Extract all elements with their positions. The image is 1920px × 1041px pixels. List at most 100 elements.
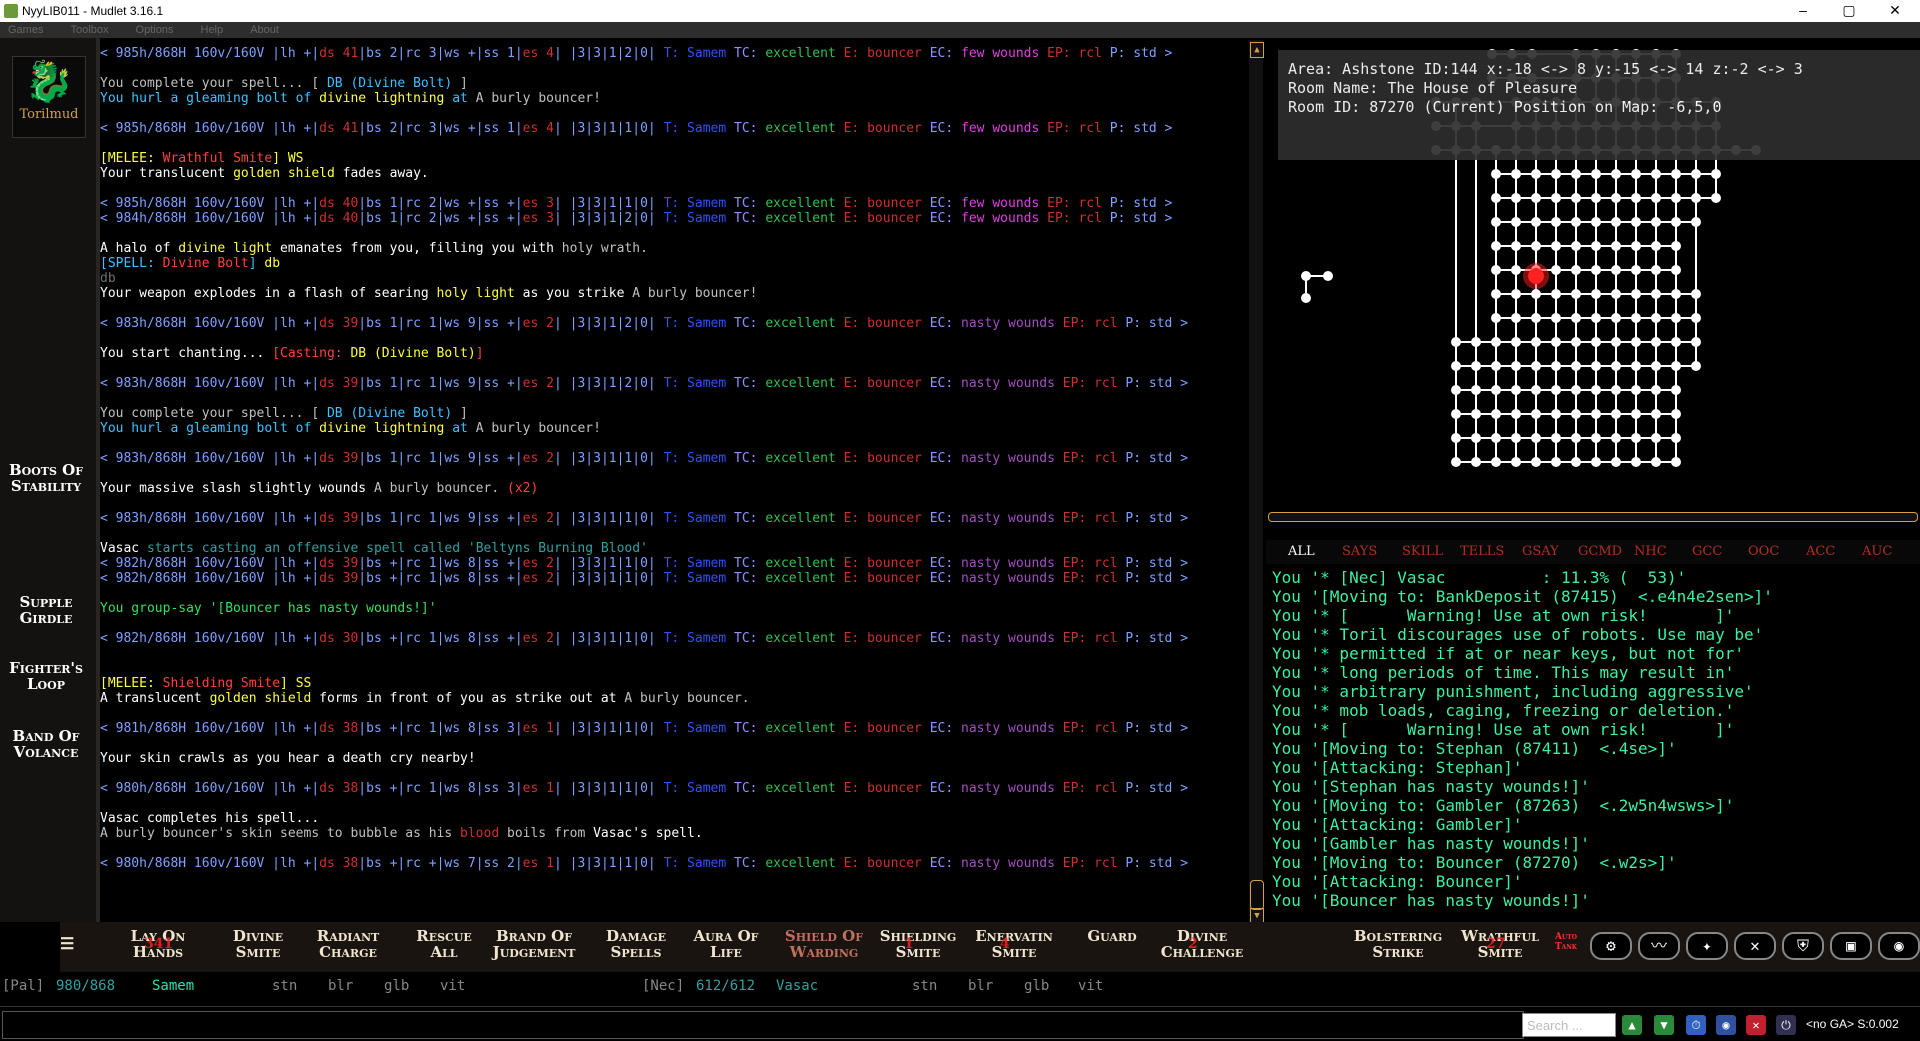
skill-button-brand-of-judgement[interactable]: Brand Of Judgement [486,928,582,960]
map-room[interactable] [1491,265,1501,275]
map-room[interactable] [1631,313,1641,323]
map-room[interactable] [1591,241,1601,251]
timestamp-icon[interactable]: ⏱ [1686,1015,1706,1035]
menu-toolbox[interactable]: Toolbox [71,22,109,38]
equipment-fighters-loop[interactable]: Fighter's Loop [0,660,92,692]
skill-button-damage-spells[interactable]: Damage Spells [588,928,684,960]
map-room[interactable] [1671,385,1681,395]
tab-all[interactable]: ALL [1288,544,1315,559]
auto-tank-toggle[interactable]: Auto Tank [1546,932,1586,952]
map-room[interactable] [1571,433,1581,443]
map-room[interactable] [1511,289,1521,299]
map-room[interactable] [1571,289,1581,299]
map-room[interactable] [1511,217,1521,227]
map-room[interactable] [1571,265,1581,275]
tab-says[interactable]: SAYS [1342,544,1377,559]
map-room[interactable] [1571,457,1581,467]
map-room[interactable] [1551,217,1561,227]
skill-button-enervatin-smite[interactable]: Enervatin Smite 4 [966,928,1062,960]
map-room[interactable] [1611,337,1621,347]
emergency-stop-icon[interactable]: ⏻ [1776,1015,1796,1035]
map-room[interactable] [1671,169,1681,179]
skill-button-aura-of-life[interactable]: Aura Of Life [678,928,774,960]
map-room[interactable] [1651,361,1661,371]
skill-button-guard[interactable]: Guard [1064,928,1160,944]
map-room[interactable] [1301,271,1311,281]
map-room[interactable] [1611,289,1621,299]
map-room[interactable] [1551,457,1561,467]
skill-button-rescue-all[interactable]: Rescue All [396,928,492,960]
map-room[interactable] [1651,457,1661,467]
map-room[interactable] [1571,361,1581,371]
map-room[interactable] [1651,385,1661,395]
map-room[interactable] [1691,193,1701,203]
main-scrollbar[interactable]: ▲ ▼ [1249,40,1264,926]
skill-button-wrathful-smite[interactable]: Wrathful Smite 27 [1452,928,1548,960]
map-room[interactable] [1451,337,1461,347]
map-room[interactable] [1571,217,1581,227]
map-room[interactable] [1551,385,1561,395]
map-room[interactable] [1631,193,1641,203]
map-room[interactable] [1511,265,1521,275]
map-room[interactable] [1491,169,1501,179]
equipment-supple-girdle[interactable]: Supple Girdle [0,594,92,626]
map-room[interactable] [1651,433,1661,443]
map-room[interactable] [1551,289,1561,299]
map-room[interactable] [1551,241,1561,251]
map-room[interactable] [1591,193,1601,203]
map-room[interactable] [1551,433,1561,443]
map-room[interactable] [1491,337,1501,347]
map-room[interactable] [1591,217,1601,227]
map-room[interactable] [1691,169,1701,179]
map-room[interactable] [1551,265,1561,275]
map-room[interactable] [1571,409,1581,419]
map-room[interactable] [1451,457,1461,467]
up-arrow-icon[interactable]: ▲ [1622,1015,1642,1035]
map-room[interactable] [1571,337,1581,347]
skill-button-shield-of-warding[interactable]: Shield Of Warding [776,928,872,960]
map-room[interactable] [1671,289,1681,299]
map-room[interactable] [1631,289,1641,299]
map-room[interactable] [1671,193,1681,203]
map-room[interactable] [1491,385,1501,395]
map-room[interactable] [1571,193,1581,203]
bag-icon[interactable]: ▣ [1830,932,1872,960]
map-room[interactable] [1531,337,1541,347]
menu-icon[interactable]: ☰ [60,936,74,952]
map-room[interactable] [1671,361,1681,371]
map-room[interactable] [1651,241,1661,251]
map-room[interactable] [1711,193,1721,203]
map-room[interactable] [1651,265,1661,275]
map-room[interactable] [1511,313,1521,323]
map-room[interactable] [1671,217,1681,227]
minimize-button[interactable]: – [1780,0,1826,22]
map-room[interactable] [1651,409,1661,419]
scroll-up-arrow-icon[interactable]: ▲ [1250,42,1264,58]
current-room-marker[interactable] [1528,268,1544,284]
scrollbar-thumb[interactable] [1250,880,1264,910]
down-arrow-icon[interactable]: ▼ [1654,1015,1674,1035]
map-room[interactable] [1491,361,1501,371]
map-room[interactable] [1611,433,1621,443]
map-room[interactable] [1651,289,1661,299]
map-room[interactable] [1591,361,1601,371]
map-room[interactable] [1611,217,1621,227]
map-room[interactable] [1651,337,1661,347]
map-room[interactable] [1631,241,1641,251]
wings-icon[interactable]: ✦ [1686,932,1728,960]
tab-gcmd[interactable]: GCMD [1578,544,1622,559]
map-room[interactable] [1471,433,1481,443]
map-room[interactable] [1551,193,1561,203]
skill-button-divine-challenge[interactable]: Divine Challenge 2 [1154,928,1250,960]
map-room[interactable] [1531,193,1541,203]
gear-icon[interactable]: ⚙ [1590,932,1632,960]
map-room[interactable] [1451,385,1461,395]
eye-icon[interactable]: ◉ [1878,932,1920,960]
map-room[interactable] [1471,409,1481,419]
map-room[interactable] [1691,313,1701,323]
map-room[interactable] [1551,361,1561,371]
map-room[interactable] [1631,385,1641,395]
tab-ooc[interactable]: OOC [1748,544,1779,559]
map-room[interactable] [1551,313,1561,323]
skill-button-bolstering-strike[interactable]: Bolstering Strike [1350,928,1446,960]
